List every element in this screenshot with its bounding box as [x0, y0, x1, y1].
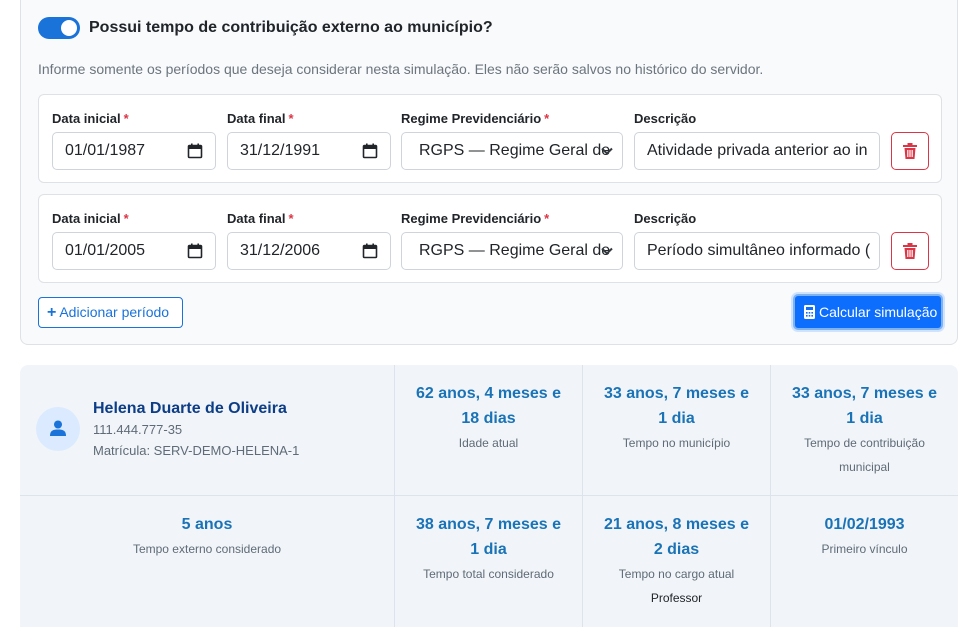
- plus-icon: +: [47, 304, 57, 321]
- calendar-icon: [187, 243, 203, 259]
- description-input[interactable]: Período simultâneo informado (: [634, 232, 880, 270]
- regime-select[interactable]: RGPS — Regime Geral de: [401, 232, 623, 270]
- calendar-icon: [362, 143, 378, 159]
- chevron-down-icon: [601, 247, 613, 255]
- stat-time-in-position: 21 anos, 8 meses e 2 dias Tempo no cargo…: [604, 516, 749, 605]
- person-cpf: 111.444.777-35: [93, 422, 183, 437]
- add-period-button[interactable]: + Adicionar período: [38, 297, 183, 328]
- description-label: Descrição: [634, 211, 697, 226]
- start-date-input[interactable]: 01/01/2005: [52, 232, 216, 270]
- toggle-knob: [61, 20, 77, 36]
- start-date-label: Data inicial *: [52, 211, 129, 226]
- period-row-2: Data inicial * Data final * Regime Previde…: [38, 194, 942, 283]
- regime-label: Regime Previdenciário *: [401, 111, 550, 126]
- calendar-icon: [187, 143, 203, 159]
- trash-icon: [903, 243, 917, 259]
- stat-first-bond: 01/02/1993 Primeiro vínculo: [821, 516, 908, 556]
- end-date-label: Data final *: [227, 111, 294, 126]
- start-date-input[interactable]: 01/01/1987: [52, 132, 216, 170]
- stat-external-time: 5 anos Tempo externo considerado: [132, 516, 282, 556]
- regime-label: Regime Previdenciário *: [401, 211, 550, 226]
- trash-icon: [903, 143, 917, 159]
- chevron-down-icon: [601, 147, 613, 155]
- description-label: Descrição: [634, 111, 697, 126]
- end-date-label: Data final *: [227, 211, 294, 226]
- end-date-input[interactable]: 31/12/1991: [227, 132, 391, 170]
- calculator-icon: [804, 305, 815, 319]
- delete-period-button[interactable]: [891, 232, 929, 270]
- stat-current-age: 62 anos, 4 meses e 18 dias Idade atual: [416, 385, 561, 450]
- regime-select[interactable]: RGPS — Regime Geral de: [401, 132, 623, 170]
- summary-panel: Helena Duarte de Oliveira 111.444.777-35…: [20, 365, 958, 627]
- hint-text: Informe somente os períodos que deseja c…: [38, 61, 764, 77]
- person-registration: Matrícula: SERV-DEMO-HELENA-1: [93, 443, 300, 458]
- start-date-label: Data inicial *: [52, 111, 129, 126]
- stat-total-time: 38 anos, 7 meses e 1 dia Tempo total con…: [416, 516, 561, 581]
- divider: [20, 495, 958, 496]
- external-time-toggle[interactable]: [38, 17, 80, 39]
- delete-period-button[interactable]: [891, 132, 929, 170]
- user-icon: [50, 420, 66, 436]
- period-row-1: Data inicial * Data final * Regime Previde…: [38, 94, 942, 183]
- avatar: [36, 407, 80, 451]
- calculate-simulation-button[interactable]: Calcular simulação: [793, 294, 943, 330]
- stat-time-in-municipality: 33 anos, 7 meses e 1 dia Tempo no municí…: [604, 385, 749, 450]
- calendar-icon: [362, 243, 378, 259]
- person-name: Helena Duarte de Oliveira: [93, 400, 287, 417]
- external-time-card: Possui tempo de contribuição externo ao …: [20, 0, 958, 345]
- end-date-input[interactable]: 31/12/2006: [227, 232, 391, 270]
- stat-municipal-contribution: 33 anos, 7 meses e 1 dia Tempo de contri…: [792, 385, 937, 474]
- description-input[interactable]: Atividade privada anterior ao in: [634, 132, 880, 170]
- toggle-label: Possui tempo de contribuição externo ao …: [89, 19, 493, 36]
